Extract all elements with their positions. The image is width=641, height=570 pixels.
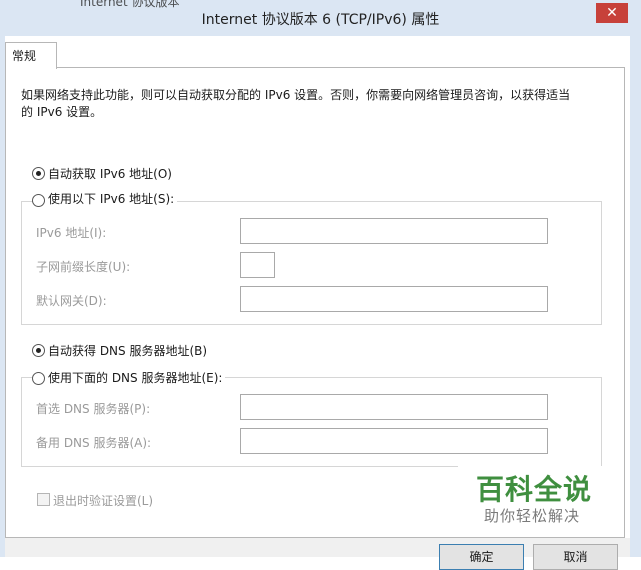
preferred-dns-input[interactable] <box>240 394 548 420</box>
auto-ipv6-label[interactable]: 自动获取 IPv6 地址(O) <box>48 165 172 182</box>
manual-dns-radio[interactable] <box>32 372 45 385</box>
default-gateway-label: 默认网关(D): <box>36 294 107 308</box>
manual-ipv6-label[interactable]: 使用以下 IPv6 地址(S): <box>45 190 178 207</box>
ok-button[interactable]: 确定 <box>439 544 524 570</box>
tab-general-label: 常规 <box>12 49 37 63</box>
auto-dns-label[interactable]: 自动获得 DNS 服务器地址(B) <box>48 342 207 359</box>
description-line-2: 的 IPv6 设置。 <box>21 105 103 119</box>
preferred-dns-label: 首选 DNS 服务器(P): <box>36 402 151 416</box>
window-title: Internet 协议版本 6 (TCP/IPv6) 属性 <box>201 12 440 28</box>
watermark-logo-text: 百科全说 <box>476 473 593 506</box>
alternate-dns-input[interactable] <box>240 428 548 454</box>
auto-dns-radio[interactable] <box>32 344 45 357</box>
window-border-right <box>630 36 641 557</box>
watermark-slogan: 助你轻松解决 <box>484 507 581 525</box>
manual-dns-label[interactable]: 使用下面的 DNS 服务器地址(E): <box>45 369 226 386</box>
alternate-dns-label: 备用 DNS 服务器(A): <box>36 436 152 450</box>
close-icon: ✕ <box>606 5 618 21</box>
manual-ipv6-radio[interactable] <box>32 194 45 207</box>
description-line-1: 如果网络支持此功能，则可以自动获取分配的 IPv6 设置。否则，你需要向网络管理… <box>21 88 571 102</box>
close-button[interactable]: ✕ <box>596 3 628 23</box>
ipv6-address-label: IPv6 地址(I): <box>36 226 107 240</box>
auto-ipv6-radio[interactable] <box>32 167 45 180</box>
ipv6-address-input[interactable] <box>240 218 548 244</box>
cancel-button[interactable]: 取消 <box>533 544 618 570</box>
subnet-prefix-label: 子网前缀长度(U): <box>36 260 131 274</box>
subnet-prefix-input[interactable] <box>240 252 275 278</box>
validate-checkbox[interactable] <box>37 493 50 506</box>
validate-label[interactable]: 退出时验证设置(L) <box>53 492 153 509</box>
default-gateway-input[interactable] <box>240 286 548 312</box>
